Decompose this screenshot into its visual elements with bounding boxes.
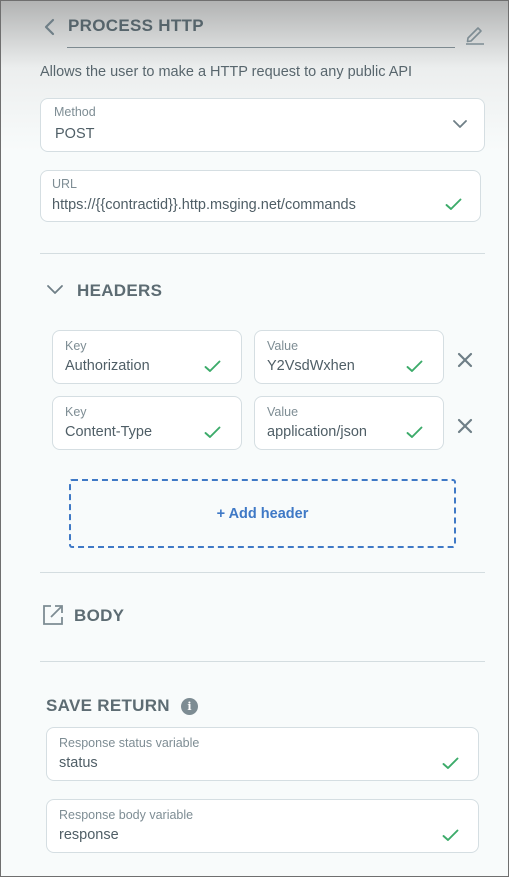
body-section-title[interactable]: BODY	[74, 606, 124, 626]
response-body-value: response	[59, 827, 119, 843]
url-label: URL	[52, 177, 78, 191]
header-key-value: Content-Type	[65, 424, 153, 440]
header-value-value: Y2VsdWxhen	[267, 358, 355, 374]
divider	[40, 572, 485, 573]
process-http-panel: PROCESS HTTP Allows the user to make a H…	[0, 0, 509, 877]
method-select[interactable]: Method POST	[40, 98, 485, 152]
url-value: https://{{contractid}}.http.msging.net/c…	[52, 197, 356, 213]
response-status-value: status	[59, 755, 98, 771]
page-title: PROCESS HTTP	[68, 16, 204, 35]
chevron-left-icon[interactable]	[41, 17, 57, 37]
check-icon	[442, 757, 459, 769]
method-value: POST	[55, 126, 95, 142]
check-icon	[442, 829, 459, 841]
response-body-label: Response body variable	[59, 808, 194, 822]
headers-section-title[interactable]: HEADERS	[77, 281, 162, 301]
response-body-field[interactable]: Response body variable response	[46, 799, 479, 853]
header-value-label: Value	[267, 339, 299, 353]
header-value-field[interactable]: Value application/json	[254, 396, 444, 450]
divider	[40, 253, 485, 254]
check-icon	[445, 198, 462, 210]
header-key-label: Key	[65, 405, 87, 419]
check-icon	[204, 360, 221, 372]
header-key-field[interactable]: Key Content-Type	[52, 396, 242, 450]
add-header-button[interactable]: + Add header	[69, 479, 456, 548]
pencil-icon[interactable]	[464, 23, 486, 45]
info-icon[interactable]: i	[181, 698, 198, 715]
header-key-value: Authorization	[65, 358, 150, 374]
divider	[40, 661, 485, 662]
close-icon[interactable]	[457, 418, 473, 434]
save-return-title: SAVE RETURN	[46, 696, 170, 715]
header-value-field[interactable]: Value Y2VsdWxhen	[254, 330, 444, 384]
header-key-label: Key	[65, 339, 87, 353]
close-icon[interactable]	[457, 352, 473, 368]
chevron-down-icon[interactable]	[46, 284, 64, 295]
header-value-value: application/json	[267, 424, 367, 440]
url-field[interactable]: URL https://{{contractid}}.http.msging.n…	[40, 170, 481, 222]
check-icon	[204, 426, 221, 438]
check-icon	[406, 426, 423, 438]
response-status-label: Response status variable	[59, 736, 200, 750]
chevron-down-icon[interactable]	[452, 119, 468, 129]
header-value-label: Value	[267, 405, 299, 419]
response-status-field[interactable]: Response status variable status	[46, 727, 479, 781]
method-label: Method	[54, 105, 96, 119]
check-icon	[406, 360, 423, 372]
external-link-icon[interactable]	[42, 604, 64, 626]
description-text: Allows the user to make a HTTP request t…	[40, 64, 413, 80]
header-key-field[interactable]: Key Authorization	[52, 330, 242, 384]
title-underline	[67, 47, 455, 48]
